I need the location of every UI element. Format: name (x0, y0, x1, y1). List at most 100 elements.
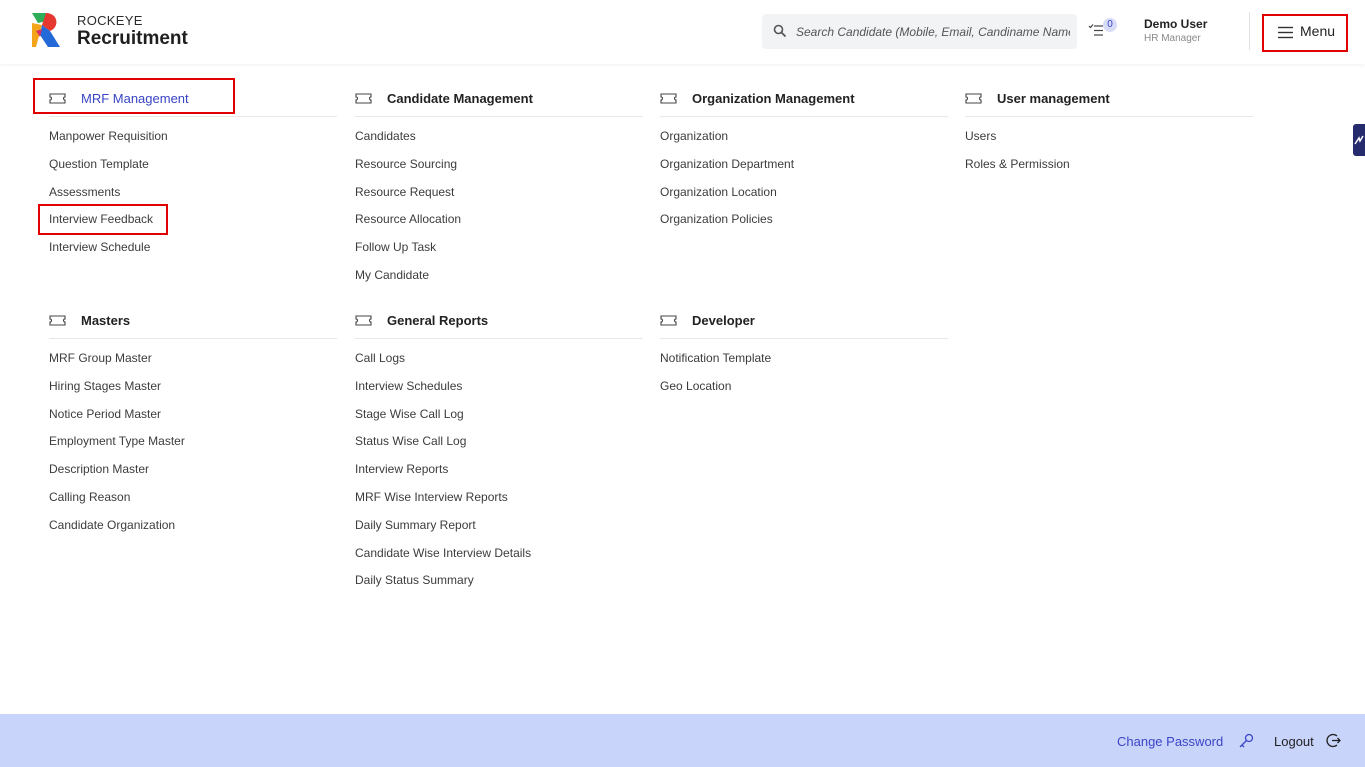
hamburger-icon (1278, 26, 1293, 39)
highlight-interview-feedback (38, 204, 168, 235)
menu-item-my-candidate[interactable]: My Candidate (355, 267, 643, 295)
menu-item-label: Resource Request (355, 184, 455, 199)
menu-item-resource-allocation[interactable]: Resource Allocation (355, 211, 643, 239)
tasks-button[interactable]: 0 (1088, 18, 1118, 42)
side-panel-tab[interactable] (1353, 124, 1365, 156)
menu-item-label: Candidates (355, 129, 416, 143)
menu-item-label: Roles & Permission (965, 156, 1070, 171)
menu-item-label: Organization Policies (660, 212, 773, 227)
menu-item-organization-location[interactable]: Organization Location (660, 184, 948, 212)
menu-list: Organization Organization Department Org… (660, 128, 948, 239)
section-title: Developer (692, 313, 755, 328)
menu-item-organization[interactable]: Organization (660, 128, 948, 156)
section-title: Candidate Management (387, 91, 533, 106)
menu-item-interview-reports[interactable]: Interview Reports (355, 461, 643, 489)
ticket-icon (660, 93, 677, 104)
menu-item-label: Hiring Stages Master (49, 378, 162, 393)
menu-item-follow-up-task[interactable]: Follow Up Task (355, 239, 643, 267)
menu-item-label: Call Logs (355, 351, 406, 365)
search-input[interactable] (796, 14, 1070, 49)
menu-item-label: Daily Summary Report (355, 517, 476, 532)
side-tab-icon (1354, 135, 1364, 145)
ticket-icon (660, 315, 677, 326)
section-header[interactable]: General Reports (355, 301, 643, 339)
menu-list: Candidates Resource Sourcing Resource Re… (355, 128, 643, 295)
menu-item-label: Organization (660, 129, 729, 143)
menu-item-interview-schedule[interactable]: Interview Schedule (49, 239, 337, 267)
section-header[interactable]: Masters (49, 301, 337, 339)
menu-item-interview-schedules[interactable]: Interview Schedules (355, 378, 643, 406)
menu-item-label: Organization Location (660, 184, 777, 199)
menu-item-notification-template[interactable]: Notification Template (660, 350, 948, 378)
ticket-icon (355, 315, 372, 326)
key-icon[interactable] (1238, 733, 1254, 749)
footer-bar: Change Password Logout (0, 714, 1365, 767)
logout-icon[interactable] (1326, 733, 1341, 748)
menu-item-daily-summary-report[interactable]: Daily Summary Report (355, 517, 643, 545)
brand-top-text: ROCKEYE (77, 13, 143, 28)
menu-item-label: Question Template (49, 156, 149, 171)
menu-item-label: Interview Schedules (355, 378, 463, 393)
menu-list: Users Roles & Permission (965, 128, 1253, 184)
menu-item-status-wise-call-log[interactable]: Status Wise Call Log (355, 433, 643, 461)
menu-item-label: Notification Template (660, 351, 772, 365)
section-header[interactable]: Developer (660, 301, 948, 339)
section-title: User management (997, 91, 1110, 106)
menu-button[interactable]: Menu (1262, 14, 1348, 52)
menu-item-label: Status Wise Call Log (355, 434, 467, 449)
menu-item-daily-status-summary[interactable]: Daily Status Summary (355, 572, 643, 600)
user-info[interactable]: Demo User HR Manager (1144, 17, 1207, 45)
menu-item-calling-reason[interactable]: Calling Reason (49, 489, 337, 517)
search-box (762, 14, 1077, 49)
ticket-icon (49, 315, 66, 326)
menu-item-label: Users (965, 129, 997, 143)
menu-item-label: MRF Wise Interview Reports (355, 489, 508, 504)
menu-item-label: Geo Location (660, 378, 732, 393)
menu-item-label: Resource Allocation (355, 212, 462, 227)
tasks-count-badge: 0 (1103, 18, 1117, 32)
menu-item-label: Resource Sourcing (355, 156, 458, 171)
user-name: Demo User (1144, 17, 1208, 31)
top-header: ROCKEYE Recruitment 0 Demo User HR Manag… (0, 0, 1365, 64)
menu-item-organization-department[interactable]: Organization Department (660, 156, 948, 184)
menu-item-manpower-requisition[interactable]: Manpower Requisition (49, 128, 337, 156)
menu-item-resource-sourcing[interactable]: Resource Sourcing (355, 156, 643, 184)
section-title: Masters (81, 313, 131, 328)
tasks-icon (1088, 24, 1103, 36)
menu-item-mrf-group-master[interactable]: MRF Group Master (49, 350, 337, 378)
change-password-link[interactable]: Change Password (1117, 734, 1223, 749)
menu-list: Call Logs Interview Schedules Stage Wise… (355, 350, 643, 600)
menu-item-candidate-organization[interactable]: Candidate Organization (49, 517, 337, 545)
menu-item-hiring-stages-master[interactable]: Hiring Stages Master (49, 378, 337, 406)
menu-item-question-template[interactable]: Question Template (49, 156, 337, 184)
brand: ROCKEYE Recruitment (77, 13, 188, 50)
menu-item-organization-policies[interactable]: Organization Policies (660, 211, 948, 239)
menu-item-mrf-wise-interview-reports[interactable]: MRF Wise Interview Reports (355, 489, 643, 517)
menu-item-label: Candidate Organization (49, 517, 176, 532)
menu-item-notice-period-master[interactable]: Notice Period Master (49, 406, 337, 434)
menu-item-resource-request[interactable]: Resource Request (355, 184, 643, 212)
rockeye-logo-icon[interactable] (30, 11, 64, 49)
section-header[interactable]: Organization Management (660, 79, 948, 117)
menu-item-label: Description Master (49, 462, 150, 477)
menu-item-roles-permission[interactable]: Roles & Permission (965, 156, 1253, 184)
logout-link[interactable]: Logout (1274, 734, 1314, 749)
section-title: General Reports (387, 313, 489, 328)
section-masters: Masters MRF Group Master Hiring Stages M… (49, 301, 337, 545)
section-user-management: User management Users Roles & Permission (965, 79, 1253, 184)
search-icon (773, 24, 787, 38)
section-header[interactable]: User management (965, 79, 1253, 117)
menu-item-candidates[interactable]: Candidates (355, 128, 643, 156)
menu-item-employment-type-master[interactable]: Employment Type Master (49, 433, 337, 461)
menu-item-users[interactable]: Users (965, 128, 1253, 156)
menu-item-candidate-wise-interview-details[interactable]: Candidate Wise Interview Details (355, 545, 643, 573)
menu-item-description-master[interactable]: Description Master (49, 461, 337, 489)
menu-list: Notification Template Geo Location (660, 350, 948, 406)
section-header[interactable]: Candidate Management (355, 79, 643, 117)
section-developer: Developer Notification Template Geo Loca… (660, 301, 948, 406)
menu-item-label: MRF Group Master (49, 351, 152, 365)
menu-item-call-logs[interactable]: Call Logs (355, 350, 643, 378)
menu-item-geo-location[interactable]: Geo Location (660, 378, 948, 406)
header-divider (1249, 12, 1250, 50)
menu-item-stage-wise-call-log[interactable]: Stage Wise Call Log (355, 406, 643, 434)
